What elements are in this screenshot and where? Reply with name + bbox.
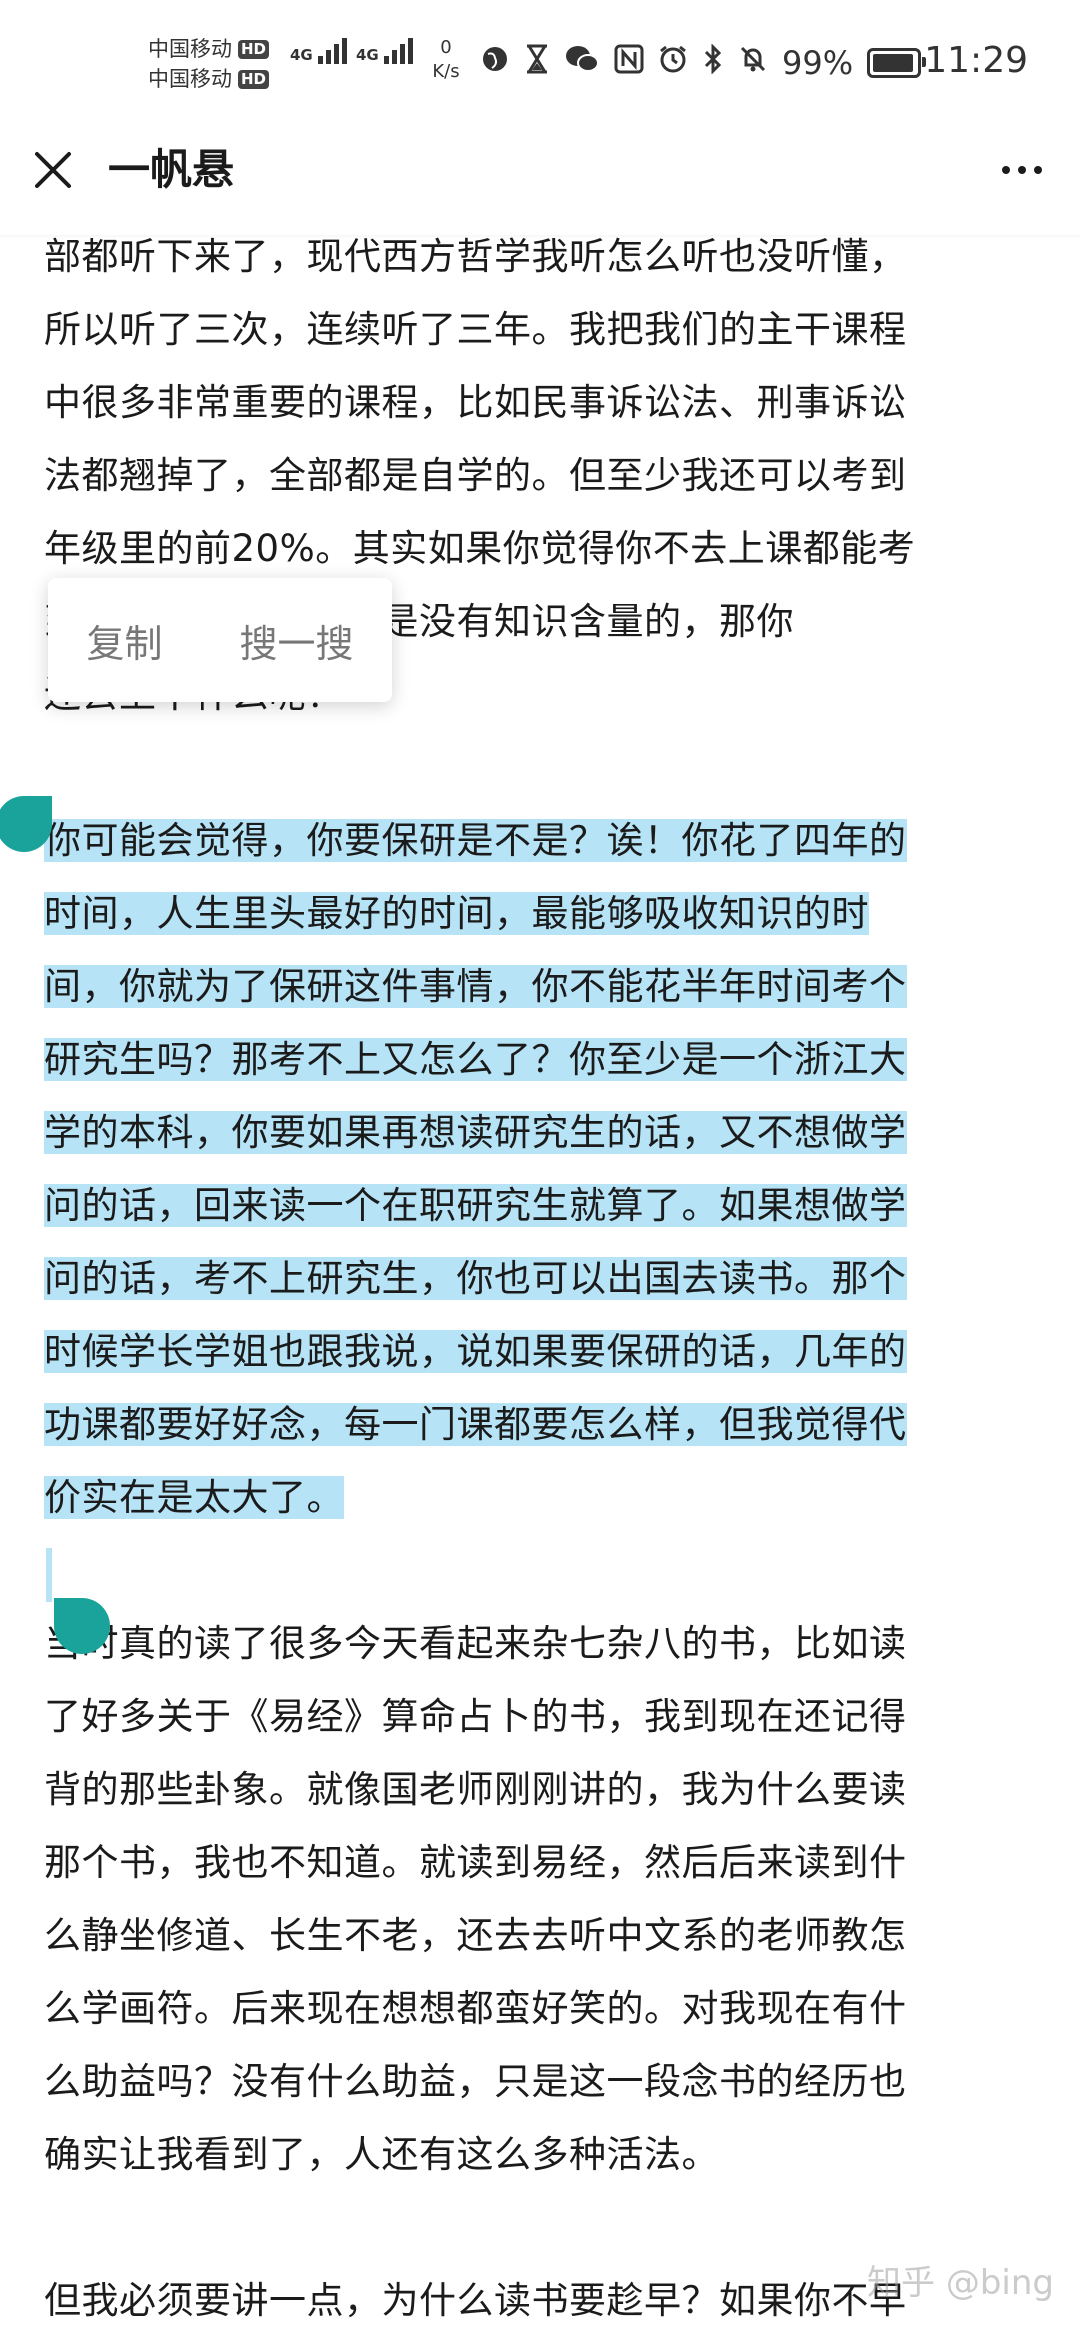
nfc-icon xyxy=(614,44,644,82)
selection-end-caret xyxy=(46,1548,52,1602)
status-bar: 中国移动 HD 中国移动 HD 4G 4G 0 K/s 99% 11:29 xyxy=(0,0,1080,135)
network-1-label: 4G xyxy=(290,46,313,64)
watermark: 知乎 @bing xyxy=(867,2263,1054,2303)
app-bar: 一帆悬 xyxy=(0,135,1080,235)
hd-badge: HD xyxy=(238,39,270,59)
article-paragraph[interactable]: 当时真的读了很多今天看起来杂七杂八的书，比如读 了好多关于《易经》算命占卜的书，… xyxy=(44,1607,1044,2191)
bluetooth-icon xyxy=(702,43,724,82)
selection-end-handle[interactable] xyxy=(54,1598,110,1654)
more-dot-icon xyxy=(1018,166,1026,174)
battery-percent: 99% xyxy=(782,44,854,82)
copy-button[interactable]: 复制 xyxy=(72,603,176,678)
carrier-2-label: 中国移动 xyxy=(148,67,232,91)
alarm-icon xyxy=(658,44,688,82)
mute-bell-icon xyxy=(738,44,768,82)
globe-icon xyxy=(480,44,510,82)
more-options-button[interactable] xyxy=(992,145,1052,195)
article-body[interactable]: 部都听下来了，现代西方哲学我听怎么听也没听懂， 所以听了三次，连续听了三年。我把… xyxy=(44,220,1044,2337)
more-dot-icon xyxy=(1034,166,1042,174)
carrier-1-label: 中国移动 xyxy=(148,37,232,61)
status-time: 11:29 xyxy=(924,40,1028,81)
system-icons: 99% xyxy=(480,43,927,82)
wechat-icon xyxy=(564,44,600,82)
network-2-label: 4G xyxy=(356,46,379,64)
speed-unit: K/s xyxy=(432,61,460,82)
signal-1-icon: 4G xyxy=(290,38,347,64)
hd-badge: HD xyxy=(238,69,270,89)
page-title: 一帆悬 xyxy=(108,145,235,194)
close-icon xyxy=(35,152,71,188)
article-paragraph-selected[interactable]: 你可能会觉得，你要保研是不是？诶！你花了四年的 时间，人生里头最好的时间，最能够… xyxy=(44,804,1044,1534)
close-button[interactable] xyxy=(28,145,78,195)
search-button[interactable]: 搜一搜 xyxy=(225,603,367,678)
selected-text[interactable]: 你可能会觉得，你要保研是不是？诶！你花了四年的 时间，人生里头最好的时间，最能够… xyxy=(44,819,907,1519)
speed-value: 0 xyxy=(440,37,452,58)
network-speed: 0 K/s xyxy=(424,36,468,84)
carrier-info: 中国移动 HD 中国移动 HD xyxy=(148,34,270,94)
text-context-menu: 复制 搜一搜 xyxy=(48,578,392,702)
more-dot-icon xyxy=(1002,166,1010,174)
hourglass-icon xyxy=(524,44,550,82)
signal-2-icon: 4G xyxy=(356,38,413,64)
battery-fill xyxy=(873,54,913,72)
battery-icon xyxy=(867,48,927,78)
